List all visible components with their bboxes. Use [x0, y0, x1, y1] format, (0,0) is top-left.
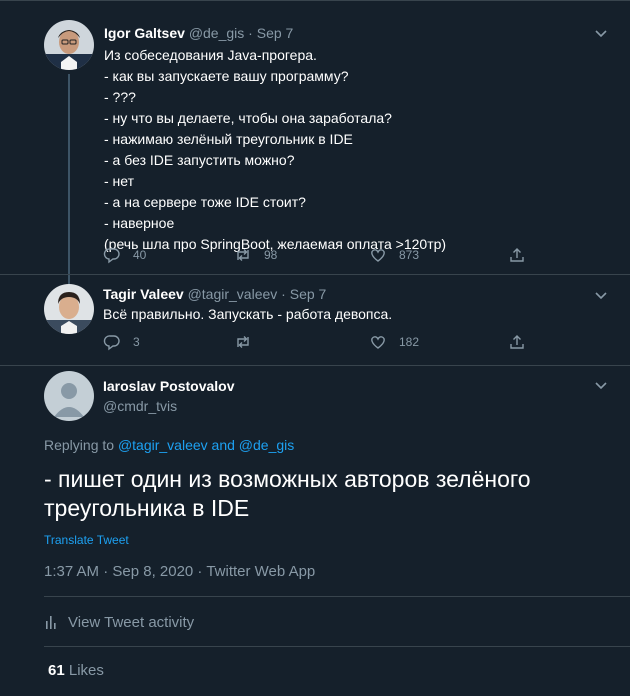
reply-icon [103, 335, 120, 351]
divider [44, 596, 630, 597]
tweet-line: - а без IDE запустить можно? [104, 152, 295, 168]
mention-link[interactable]: @tagir_valeev [118, 437, 208, 453]
like-button[interactable]: 873 [369, 245, 419, 265]
reply-button[interactable]: 3 [103, 332, 140, 352]
author-handle[interactable]: @de_gis [189, 25, 244, 41]
author-name[interactable]: Tagir Valeev [103, 286, 184, 302]
tweet-actions: 40 98 873 [103, 245, 533, 265]
heart-icon [371, 249, 385, 262]
replying-to: Replying to @tagir_valeev and @de_gis [44, 437, 294, 453]
retweet-icon [237, 336, 249, 348]
tweet-actions: 3 182 [103, 332, 533, 352]
activity-label: View Tweet activity [68, 613, 195, 631]
likes-number: 61 [48, 662, 65, 679]
avatar[interactable] [44, 20, 94, 70]
share-icon [510, 248, 524, 262]
avatar[interactable] [44, 284, 94, 334]
replying-and: and [211, 437, 235, 453]
tweet-date[interactable]: Sep 7 [257, 25, 294, 41]
likes-label: Likes [68, 662, 104, 679]
tweet-tagir[interactable]: Tagir Valeev @tagir_valeev · Sep 7 Всё п… [0, 275, 630, 365]
heart-icon [371, 336, 385, 349]
tweet-igor[interactable]: Igor Galtsev @de_gis · Sep 7 Из собеседо… [0, 0, 630, 284]
author-name[interactable]: Iaroslav Postovalov [103, 378, 235, 394]
tweet-header: Igor Galtsev @de_gis · Sep 7 [104, 25, 293, 41]
tweet-header: Tagir Valeev @tagir_valeev · Sep 7 [103, 286, 326, 302]
tweet-line: - ??? [104, 89, 136, 105]
avatar-photo-tagir [44, 284, 94, 334]
replying-label: Replying to [44, 437, 115, 453]
tweet-date[interactable]: Sep 7 [290, 286, 327, 302]
tweet-line: - ну что вы делаете, чтобы она заработал… [104, 110, 392, 126]
retweet-count: 98 [264, 248, 278, 262]
reply-count: 40 [133, 248, 147, 262]
share-icon [510, 335, 524, 349]
view-tweet-activity-button[interactable]: View Tweet activity [44, 611, 194, 633]
like-button[interactable]: 182 [369, 332, 419, 352]
share-button[interactable] [508, 245, 526, 265]
retweet-button[interactable]: 98 [234, 245, 277, 265]
tweet-line: - наверное [104, 215, 175, 231]
like-count: 873 [399, 248, 420, 262]
tweet-line: - нет [104, 173, 135, 189]
tweet-text: Из собеседования Java-прогера. - как вы … [104, 45, 446, 255]
thread-line [68, 74, 70, 284]
chevron-down-icon[interactable] [592, 24, 610, 42]
tweet-line: Из собеседования Java-прогера. [104, 47, 317, 63]
separator-dot: · [281, 286, 286, 302]
mention-link[interactable]: @de_gis [239, 437, 294, 453]
chevron-down-icon[interactable] [592, 286, 610, 304]
reply-button[interactable]: 40 [103, 245, 146, 265]
share-button[interactable] [508, 332, 526, 352]
translate-tweet-link[interactable]: Translate Tweet [44, 533, 129, 547]
reply-count: 3 [133, 335, 140, 349]
avatar-photo-igor [44, 20, 94, 70]
tweet-metadata[interactable]: 1:37 AM · Sep 8, 2020 · Twitter Web App [44, 563, 315, 580]
likes-count[interactable]: 61 Likes [48, 662, 104, 679]
tweet-text: Всё правильно. Запускать - работа девопс… [103, 304, 392, 325]
separator-dot: · [248, 25, 253, 41]
bar-chart-icon [46, 616, 56, 629]
default-avatar-icon [44, 371, 94, 421]
author-handle[interactable]: @cmdr_tvis [103, 398, 177, 414]
tweet-line: - а на сервере тоже IDE стоит? [104, 194, 306, 210]
retweet-button[interactable] [234, 332, 264, 352]
retweet-icon [237, 249, 249, 261]
avatar[interactable] [44, 371, 94, 421]
reply-icon [103, 248, 120, 264]
tweet-line: Всё правильно. Запускать - работа девопс… [103, 306, 393, 322]
author-name[interactable]: Igor Galtsev [104, 25, 185, 41]
tweet-line: - нажимаю зелёный треугольник в IDE [104, 131, 353, 147]
main-tweet-text: - пишет один из возможных авторов зелёно… [44, 466, 531, 521]
divider [44, 646, 630, 647]
author-handle[interactable]: @tagir_valeev [188, 286, 278, 302]
tweet-line: - как вы запускаете вашу программу? [104, 68, 349, 84]
like-count: 182 [399, 335, 420, 349]
chevron-down-icon[interactable] [592, 376, 610, 394]
